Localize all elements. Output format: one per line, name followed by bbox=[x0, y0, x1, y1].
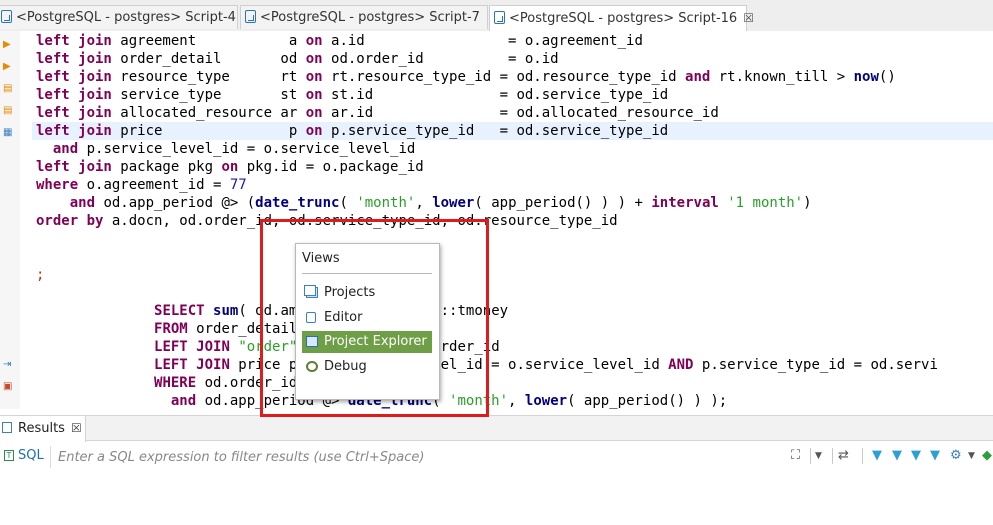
menu-item-label: Projects bbox=[324, 285, 376, 300]
menu-item-debug[interactable]: Debug bbox=[302, 356, 432, 378]
close-results-icon[interactable]: ☒ bbox=[71, 421, 82, 435]
results-filter-bar: T SQL ⛶ ▼ ⇄ ▼ ▼ ▼ ▼ ⚙ ▼ ◆ bbox=[0, 445, 993, 469]
editor-tab-bar: <PostgreSQL - postgres> Script-4 <Postgr… bbox=[0, 0, 993, 32]
navigate-icon[interactable]: ◆ bbox=[982, 448, 992, 464]
execute-script-icon[interactable]: ▤ bbox=[3, 83, 13, 94]
settings-dropdown-icon[interactable]: ▼ bbox=[968, 448, 975, 464]
sql-editor-icon bbox=[1, 10, 12, 23]
tab-script-16[interactable]: <PostgreSQL - postgres> Script-16 ☒ bbox=[489, 5, 754, 31]
history-dropdown-icon[interactable]: ▼ bbox=[815, 448, 822, 464]
popup-separator bbox=[302, 273, 432, 274]
tab-script-7[interactable]: <PostgreSQL - postgres> Script-7 bbox=[240, 5, 488, 29]
popup-title: Views bbox=[302, 251, 340, 266]
explain-plan-icon[interactable]: ▦ bbox=[3, 127, 13, 138]
menu-item-label: Debug bbox=[324, 359, 367, 374]
load-script-icon[interactable]: ▣ bbox=[3, 381, 13, 392]
tab-results[interactable]: Results ☒ bbox=[0, 416, 86, 442]
tab-label: <PostgreSQL - postgres> Script-16 bbox=[509, 11, 738, 26]
debug-icon bbox=[306, 361, 318, 372]
code-line: ; bbox=[36, 267, 45, 283]
code-line: left join order_detail od on od.order_id… bbox=[36, 51, 559, 67]
project-explorer-icon bbox=[306, 336, 318, 347]
code-line: left join resource_type rt on rt.resourc… bbox=[36, 69, 896, 85]
execute-statement-icon[interactable]: ▶ bbox=[3, 39, 13, 50]
sql-button[interactable]: T SQL bbox=[2, 445, 44, 467]
tab-script-4[interactable]: <PostgreSQL - postgres> Script-4 bbox=[0, 5, 238, 29]
menu-item-projects[interactable]: Projects bbox=[302, 282, 432, 304]
code-line: left join allocated_resource ar on ar.id… bbox=[36, 105, 719, 121]
menu-item-label: Editor bbox=[324, 310, 363, 325]
filter-save-icon[interactable]: ▼ bbox=[911, 448, 921, 464]
filter-history-icon[interactable]: ▼ bbox=[930, 448, 940, 464]
code-line: and od.app_period @> (date_trunc( 'month… bbox=[69, 195, 812, 211]
code-line: where o.agreement_id = 77 bbox=[36, 177, 247, 193]
filter-icon[interactable]: ▼ bbox=[872, 448, 882, 464]
toolbar-separator bbox=[862, 448, 863, 464]
projects-icon bbox=[304, 285, 318, 298]
execute-script-new-tab-icon[interactable]: ▤ bbox=[3, 105, 13, 116]
toolbar-separator bbox=[810, 448, 811, 464]
code-line: left join agreement a on a.id = o.agreem… bbox=[36, 33, 643, 49]
export-icon[interactable]: ⇥ bbox=[3, 359, 13, 370]
editor-icon bbox=[306, 312, 316, 323]
tab-label: <PostgreSQL - postgres> Script-7 bbox=[260, 10, 480, 25]
sql-editor[interactable]: left join agreement a on a.id = o.agreem… bbox=[20, 31, 993, 409]
grid-icon bbox=[2, 422, 12, 433]
sql-editor-icon bbox=[245, 10, 256, 23]
sql-icon: T bbox=[4, 450, 14, 461]
tab-label: <PostgreSQL - postgres> Script-4 bbox=[16, 10, 236, 25]
code-line: left join package pkg on pkg.id = o.pack… bbox=[36, 159, 424, 175]
refresh-icon[interactable]: ⇄ bbox=[838, 448, 849, 464]
current-code-line: left join price p on p.service_type_id =… bbox=[32, 122, 993, 140]
sql-editor-icon bbox=[494, 11, 505, 24]
execute-in-new-tab-icon[interactable]: ▶ bbox=[3, 61, 13, 72]
filter-clear-icon[interactable]: ▼ bbox=[892, 448, 902, 464]
close-tab-icon[interactable]: ☒ bbox=[743, 11, 754, 25]
results-tab-label: Results bbox=[18, 421, 65, 436]
menu-item-editor[interactable]: Editor bbox=[302, 307, 432, 329]
results-tab-bar: Results ☒ bbox=[0, 415, 993, 442]
editor-gutter: ▶ ▶ ▤ ▤ ▦ ⇥ ▣ bbox=[0, 31, 21, 409]
toolbar-separator bbox=[832, 448, 833, 464]
menu-item-project-explorer[interactable]: Project Explorer bbox=[302, 331, 432, 353]
maximize-icon[interactable]: ⛶ bbox=[791, 448, 800, 464]
views-popup-menu: Views Projects Editor Project Explorer D… bbox=[295, 243, 440, 400]
sql-button-label: SQL bbox=[18, 448, 44, 463]
menu-item-label: Project Explorer bbox=[324, 334, 427, 349]
code-line: left join service_type st on st.id = od.… bbox=[36, 87, 669, 103]
code-line: and p.service_level_id = o.service_level… bbox=[52, 141, 416, 157]
filter-input[interactable] bbox=[50, 446, 795, 468]
settings-icon[interactable]: ⚙ bbox=[950, 448, 962, 464]
